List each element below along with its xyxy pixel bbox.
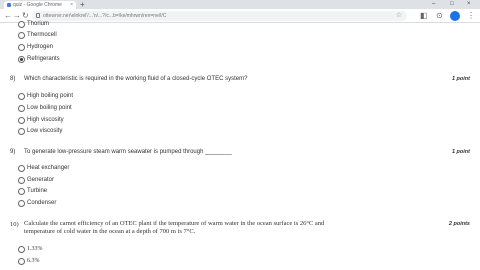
option-label: Thorium <box>27 21 50 27</box>
bookmark-star-icon[interactable]: ☆ <box>396 11 402 21</box>
question-text-line2: temperature of cold water in the ocean a… <box>24 228 196 235</box>
quiz-page: Thorium Thermocell Hydrogen Refrigerants… <box>0 21 480 270</box>
url-text: ottewnvr.ner\elnkrel'/...'n/...?/c...b=/… <box>43 13 167 19</box>
extensions-icon[interactable]: ◧ <box>420 11 428 21</box>
maximize-button[interactable]: □ <box>450 0 454 9</box>
radio-button[interactable] <box>18 117 25 124</box>
question-number: 10) <box>10 221 19 228</box>
forward-button[interactable]: → <box>13 11 21 21</box>
question-points: 2 points <box>448 221 470 227</box>
option-label: Thermocell <box>27 32 57 38</box>
new-tab-button[interactable]: + <box>80 0 85 9</box>
question-text: To generate low-pressure steam warm seaw… <box>24 149 232 155</box>
radio-button[interactable] <box>18 44 25 51</box>
option-label: High boiling point <box>27 93 74 99</box>
browser-toolbar: ← → ↻ ottewnvr.ner\elnkrel'/...'n/...?/c… <box>0 9 480 23</box>
radio-button[interactable] <box>18 32 25 39</box>
radio-button[interactable] <box>18 258 25 265</box>
minimize-button[interactable]: – <box>432 0 435 9</box>
back-button[interactable]: ← <box>4 11 12 21</box>
option-label: Low boiling point <box>27 105 72 111</box>
option-label: Hydrogen <box>27 44 54 50</box>
tab-bar: quiz - Google Chrome × + – □ × <box>0 0 480 9</box>
option-label: High viscosity <box>27 117 64 123</box>
radio-button[interactable] <box>18 188 25 195</box>
option-label: Condenser <box>27 200 57 206</box>
lock-icon <box>36 13 40 18</box>
favicon-icon <box>7 3 11 7</box>
tab-title: quiz - Google Chrome <box>13 2 62 8</box>
address-bar[interactable]: ottewnvr.ner\elnkrel'/...'n/...?/c...b=/… <box>32 11 407 21</box>
radio-button[interactable] <box>18 246 25 253</box>
question-number: 8) <box>10 76 16 82</box>
radio-button[interactable] <box>18 165 25 172</box>
radio-button[interactable] <box>18 128 25 135</box>
question-text: Which characteristic is required in the … <box>24 76 248 82</box>
radio-button[interactable] <box>18 177 25 184</box>
option-label: Heat exchanger <box>27 165 70 171</box>
option-label: Generator <box>27 177 55 183</box>
question-text-line1: Calculate the carnot efficiency of an OT… <box>24 220 325 227</box>
option-label: 6.3% <box>27 258 40 264</box>
tab-close-icon[interactable]: × <box>70 1 73 9</box>
radio-button-selected[interactable] <box>18 56 25 63</box>
menu-icon[interactable]: ⋮ <box>467 11 475 21</box>
profile-menu-icon[interactable]: ⊙ <box>436 11 443 21</box>
radio-button[interactable] <box>18 21 25 28</box>
question-points: 1 point <box>451 76 470 82</box>
radio-button[interactable] <box>18 93 25 100</box>
close-window-button[interactable]: × <box>467 0 471 9</box>
avatar[interactable] <box>450 11 460 21</box>
radio-button[interactable] <box>18 105 25 112</box>
option-label: Low viscosity <box>27 128 63 134</box>
question-number: 9) <box>10 149 16 155</box>
option-label: Turbine <box>27 188 48 194</box>
radio-button[interactable] <box>18 200 25 207</box>
option-label: 1.33% <box>27 246 43 252</box>
browser-tab[interactable]: quiz - Google Chrome × <box>4 1 76 9</box>
option-label: Refrigerants <box>27 56 60 62</box>
question-points: 1 point <box>451 149 470 155</box>
